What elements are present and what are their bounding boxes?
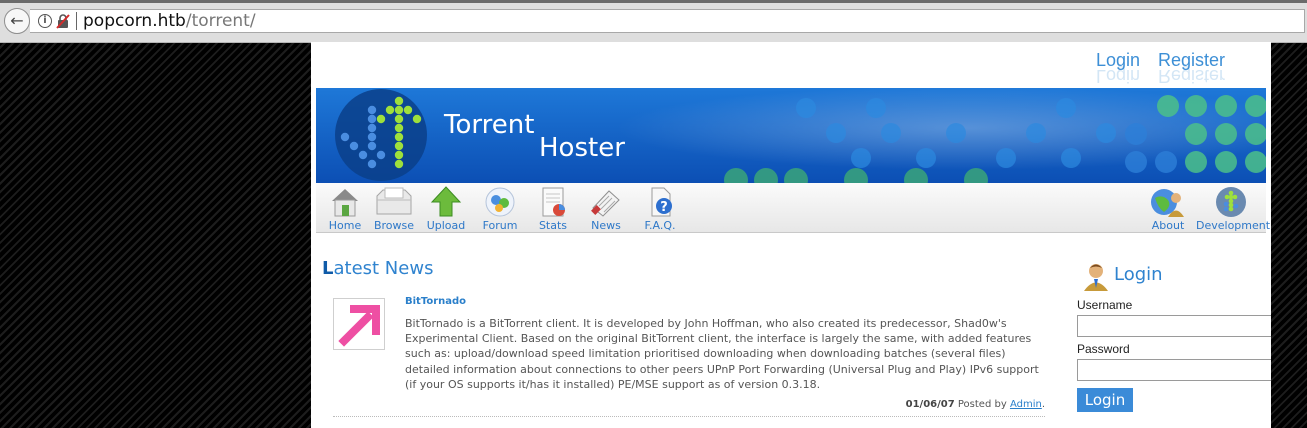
username-label: Username xyxy=(1077,298,1133,312)
browse-icon xyxy=(376,187,412,215)
site-banner: Torrent Hoster xyxy=(316,88,1266,183)
browser-address-bar: ← i popcorn.htb/torrent/ xyxy=(0,0,1307,43)
news-meta-period: . xyxy=(1041,399,1045,410)
password-input[interactable] xyxy=(1077,359,1271,381)
nav-stats-label: Stats xyxy=(538,219,568,232)
banner-dot-pattern xyxy=(724,95,1266,183)
page-container: Login Login Register Register Torrent Ho… xyxy=(311,42,1271,428)
bittornado-arrow-icon xyxy=(338,305,380,347)
heading-first-letter: L xyxy=(322,258,334,279)
login-link-label: Login xyxy=(1096,50,1141,70)
stats-icon xyxy=(542,187,565,217)
banner-title-torrent: Torrent xyxy=(444,110,535,140)
url-host: popcorn.htb xyxy=(83,11,186,31)
nav-news[interactable]: News xyxy=(578,186,634,232)
info-icon[interactable]: i xyxy=(38,14,52,28)
url-separator xyxy=(76,12,77,30)
svg-text:?: ? xyxy=(660,200,668,215)
login-link[interactable]: Login Login xyxy=(1096,50,1141,86)
faq-icon: ? xyxy=(651,187,672,217)
news-body: BitTornado is a BitTorrent client. It is… xyxy=(405,317,1039,391)
user-icon xyxy=(1084,264,1108,291)
news-date: 01/06/07 xyxy=(905,399,955,410)
development-icon xyxy=(1216,187,1246,217)
nav-about-label: About xyxy=(1151,219,1185,232)
register-link-label: Register xyxy=(1158,50,1226,70)
password-label: Password xyxy=(1077,342,1130,356)
nav-forum-label: Forum xyxy=(482,219,518,232)
nav-browse-label: Browse xyxy=(373,219,415,232)
upload-arrow-icon xyxy=(430,186,462,217)
nav-browse[interactable]: Browse xyxy=(366,186,422,232)
author-link[interactable]: Admin xyxy=(1010,399,1042,410)
url-path: /torrent/ xyxy=(185,11,256,31)
nav-upload-label: Upload xyxy=(426,219,466,232)
login-panel-heading: Login xyxy=(1082,262,1202,294)
login-button[interactable]: Login xyxy=(1077,388,1133,412)
nav-upload[interactable]: Upload xyxy=(418,186,474,232)
nav-development[interactable]: Development xyxy=(1196,186,1271,232)
news-icon xyxy=(591,190,620,217)
home-icon xyxy=(332,189,358,217)
posted-by-label: Posted by xyxy=(957,399,1007,410)
nav-forum[interactable]: Forum xyxy=(472,186,528,232)
back-arrow-icon: ← xyxy=(10,11,24,30)
news-item: BitTornado BitTornado is a BitTorrent cl… xyxy=(333,296,1045,422)
about-icon xyxy=(1151,189,1184,217)
nav-news-label: News xyxy=(591,219,621,232)
nav-faq[interactable]: ? F.A.Q. xyxy=(632,186,688,232)
news-meta: 01/06/07 Posted by Admin. xyxy=(906,399,1045,410)
register-link[interactable]: Register Register xyxy=(1158,50,1226,86)
news-thumbnail xyxy=(333,298,385,350)
forum-icon xyxy=(485,187,515,217)
nav-faq-label: F.A.Q. xyxy=(644,219,676,232)
insecure-lock-icon[interactable] xyxy=(56,13,70,29)
nav-development-label: Development xyxy=(1196,219,1271,232)
news-title[interactable]: BitTornado xyxy=(405,296,466,307)
top-links: Login Login Register Register xyxy=(971,50,1271,90)
username-input[interactable] xyxy=(1077,315,1271,337)
nav-home[interactable]: Home xyxy=(317,186,373,232)
url-text[interactable]: popcorn.htb/torrent/ xyxy=(83,11,256,31)
nav-stats[interactable]: Stats xyxy=(525,186,581,232)
news-divider xyxy=(333,416,1045,417)
latest-news-heading: Latest News xyxy=(322,258,433,279)
login-heading-text: Login xyxy=(1114,264,1163,285)
back-button[interactable]: ← xyxy=(4,8,30,34)
url-field[interactable]: i popcorn.htb/torrent/ xyxy=(30,9,1305,33)
banner-title-hoster: Hoster xyxy=(539,133,625,163)
main-nav: Home Browse Upload Forum Stats News ? F.… xyxy=(316,183,1271,233)
heading-rest: atest News xyxy=(333,258,434,279)
nav-home-label: Home xyxy=(328,219,362,232)
logo-disc xyxy=(335,89,427,181)
nav-about[interactable]: About xyxy=(1140,186,1196,232)
browser-top-edge xyxy=(0,0,1307,3)
